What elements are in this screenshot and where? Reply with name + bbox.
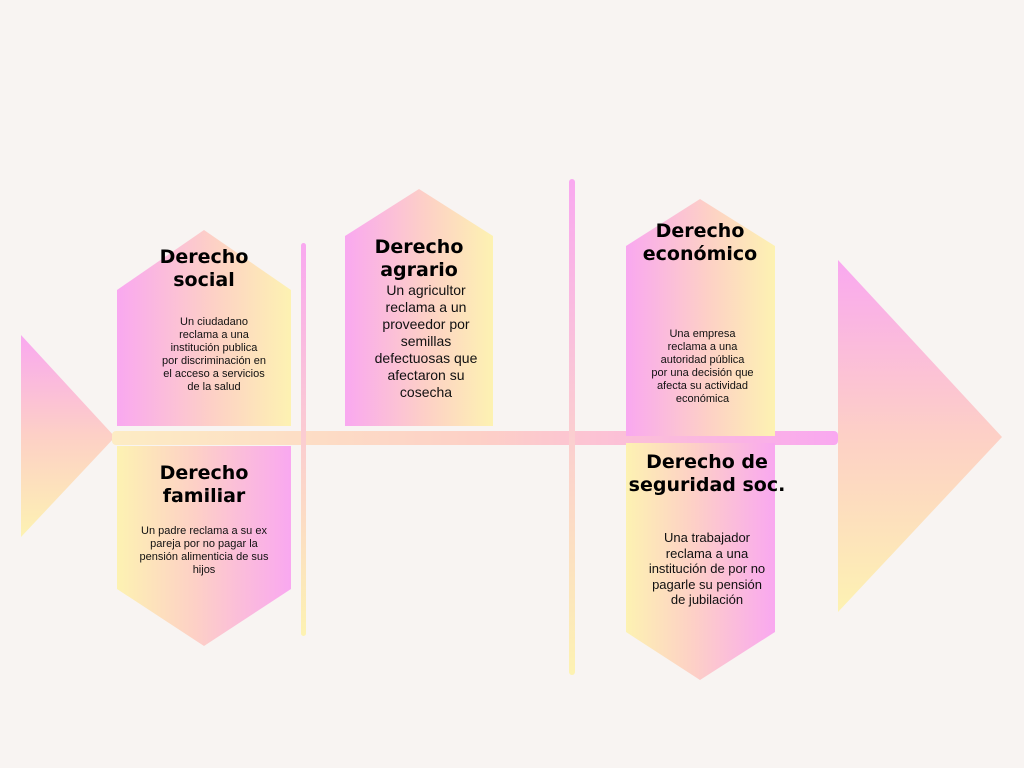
- title-derecho-familiar: Derecho familiar: [159, 462, 249, 507]
- fish-head-shape: [838, 260, 1002, 612]
- rib-line-left: [301, 243, 306, 636]
- text-derecho-familiar: Un padre reclama a su ex pareja por no p…: [139, 525, 269, 576]
- rib-line-right: [569, 179, 575, 675]
- title-derecho-agrario: Derecho agrario: [374, 236, 464, 281]
- text-derecho-economico: Una empresa reclama a una autoridad públ…: [651, 328, 754, 405]
- title-derecho-economico: Derecho económico: [642, 220, 758, 265]
- text-derecho-seguridad-social: Una trabajador reclama a una institución…: [648, 530, 766, 607]
- title-derecho-seguridad-social: Derecho de seguridad soc.: [628, 451, 786, 496]
- text-derecho-social: Un ciudadano reclama a una institución p…: [162, 316, 266, 393]
- title-derecho-social: Derecho social: [159, 246, 249, 291]
- text-derecho-agrario: Un agricultor reclama a un proveedor por…: [374, 282, 478, 400]
- fish-tail-shape: [21, 335, 115, 537]
